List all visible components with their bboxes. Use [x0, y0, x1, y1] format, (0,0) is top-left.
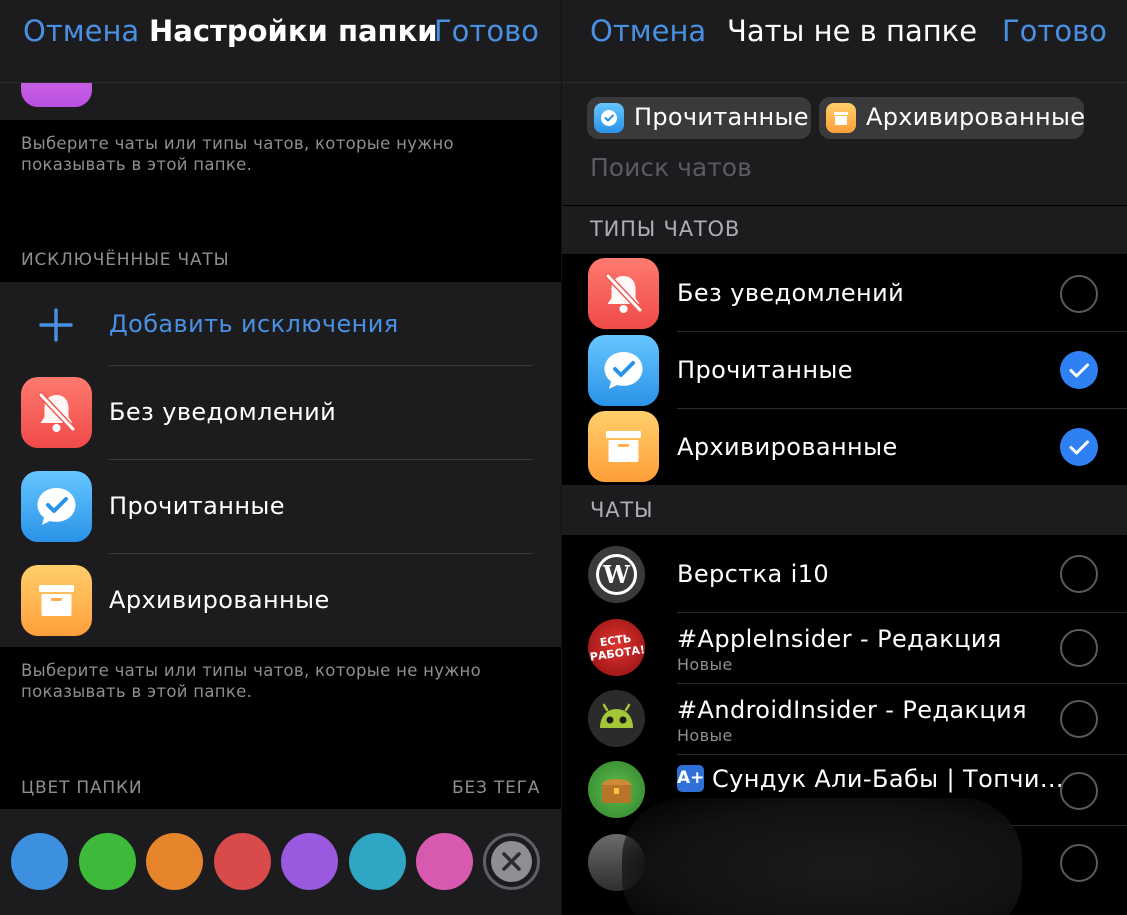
unchecked-circle-icon[interactable] [1060, 629, 1098, 667]
done-button[interactable]: Готово [1002, 14, 1107, 48]
excluded-item-label: Без уведомлений [109, 398, 337, 426]
add-exceptions-row[interactable]: Добавить исключения [0, 282, 561, 366]
unchecked-circle-icon[interactable] [1060, 555, 1098, 593]
checkmark-circle-icon[interactable] [1060, 428, 1098, 466]
svg-text:W: W [602, 560, 631, 589]
selected-chip-read[interactable]: Прочитанные [587, 97, 811, 139]
type-label: Архивированные [677, 433, 898, 461]
bell-slash-icon [21, 377, 92, 448]
cancel-button[interactable]: Отмена [590, 14, 706, 48]
unchecked-circle-icon[interactable] [1060, 275, 1098, 313]
color-swatch[interactable] [11, 833, 68, 890]
unchecked-circle-icon[interactable] [1060, 772, 1098, 810]
type-row-read[interactable]: Прочитанные [562, 332, 1127, 408]
plus-icon [39, 308, 73, 342]
excluded-item-muted[interactable]: Без уведомлений [0, 366, 561, 460]
types-header-bar: ТИПЫ ЧАТОВ [562, 206, 1127, 254]
wordpress-logo-avatar: W [588, 546, 645, 603]
chip-label: Архивированные [866, 103, 1086, 131]
treasure-chest-avatar [588, 761, 645, 818]
chat-name: Сундук Али-Бабы | Топчи... [712, 765, 1064, 793]
avatar-text: ЕСТЬ РАБОТА! [589, 631, 645, 664]
chat-name: Верстка i10 [677, 560, 830, 588]
color-section-header: ЦВЕТ ПАПКИ [21, 778, 143, 798]
job-avatar: ЕСТЬ РАБОТА! [588, 619, 645, 676]
excluded-item-label: Архивированные [109, 586, 330, 614]
types-section-header: ТИПЫ ЧАТОВ [590, 217, 741, 241]
excluded-item-label: Прочитанные [109, 492, 285, 520]
color-swatch[interactable] [146, 833, 203, 890]
channel-badge: A+ [677, 765, 704, 792]
excluded-section-header: ИСКЛЮЧЁННЫЕ ЧАТЫ [21, 250, 230, 270]
chats-section-header: ЧАТЫ [590, 498, 654, 522]
close-icon [491, 841, 532, 882]
included-footnote: Выберите чаты или типы чатов, которые ну… [21, 134, 454, 174]
selected-chip-archived[interactable]: Архивированные [819, 97, 1086, 139]
done-button[interactable]: Готово [434, 14, 539, 48]
cancel-button[interactable]: Отмена [23, 14, 139, 48]
checkmark-bubble-icon [588, 335, 659, 406]
chat-row[interactable]: #AndroidInsider - Редакция Новые [562, 684, 1127, 754]
unchecked-circle-icon[interactable] [1060, 700, 1098, 738]
chat-types-list: Без уведомлений Прочитанные Архивированн… [562, 255, 1127, 484]
chats-not-in-folder-screen: Отмена Чаты не в папке Готово Прочитанны… [562, 0, 1127, 915]
color-value: БЕЗ ТЕГА [452, 778, 541, 798]
unchecked-circle-icon[interactable] [1060, 844, 1098, 882]
chip-label: Прочитанные [634, 103, 809, 131]
chat-name: #AndroidInsider - Редакция [677, 696, 1027, 724]
checkmark-bubble-icon [21, 471, 92, 542]
blur-redaction [622, 798, 1022, 915]
excluded-item-archived[interactable]: Архивированные [0, 554, 561, 647]
excluded-footnote: Выберите чаты или типы чатов, которые не… [21, 661, 481, 701]
page-title: Чаты не в папке [727, 14, 978, 48]
chats-list: W Верстка i10 ЕСТЬ РАБОТА! #AppleInsider… [562, 536, 1127, 915]
color-swatch[interactable] [416, 833, 473, 890]
token-search-field[interactable]: Прочитанные Архивированные Поиск чатов [562, 83, 1127, 205]
chat-row[interactable]: ЕСТЬ РАБОТА! #AppleInsider - Редакция Но… [562, 613, 1127, 683]
archive-box-icon [826, 103, 856, 133]
chat-name: #AppleInsider - Редакция [677, 625, 1002, 653]
chat-row[interactable]: W Верстка i10 [562, 536, 1127, 612]
chat-subtitle: Новые [677, 655, 733, 674]
excluded-chats-card: Добавить исключения Без уведомлений Проч… [0, 282, 561, 647]
chats-header-bar: ЧАТЫ [562, 485, 1127, 535]
type-label: Прочитанные [677, 356, 853, 384]
color-swatch[interactable] [348, 833, 406, 890]
color-swatch[interactable] [213, 833, 271, 890]
excluded-item-read[interactable]: Прочитанные [0, 460, 561, 554]
color-swatch[interactable] [281, 833, 338, 890]
type-row-muted[interactable]: Без уведомлений [562, 255, 1127, 331]
no-color-option[interactable] [483, 833, 540, 890]
search-input[interactable]: Поиск чатов [590, 153, 752, 182]
nav-bar: Отмена Чаты не в папке Готово [562, 0, 1127, 83]
checkmark-bubble-icon [594, 103, 624, 133]
archive-box-icon [21, 565, 92, 636]
page-title: Настройки папки [149, 14, 438, 48]
checkmark-circle-icon[interactable] [1060, 351, 1098, 389]
bell-slash-icon [588, 258, 659, 329]
archive-box-icon [588, 411, 659, 482]
add-exceptions-label: Добавить исключения [109, 310, 399, 338]
type-label: Без уведомлений [677, 279, 905, 307]
folder-settings-screen: Отмена Настройки папки Готово Выберите ч… [0, 0, 561, 915]
chat-subtitle: Новые [677, 726, 733, 745]
android-avatar [588, 690, 645, 747]
nav-bar: Отмена Настройки папки Готово [0, 0, 561, 83]
color-swatch[interactable] [78, 833, 136, 890]
type-row-archived[interactable]: Архивированные [562, 409, 1127, 484]
